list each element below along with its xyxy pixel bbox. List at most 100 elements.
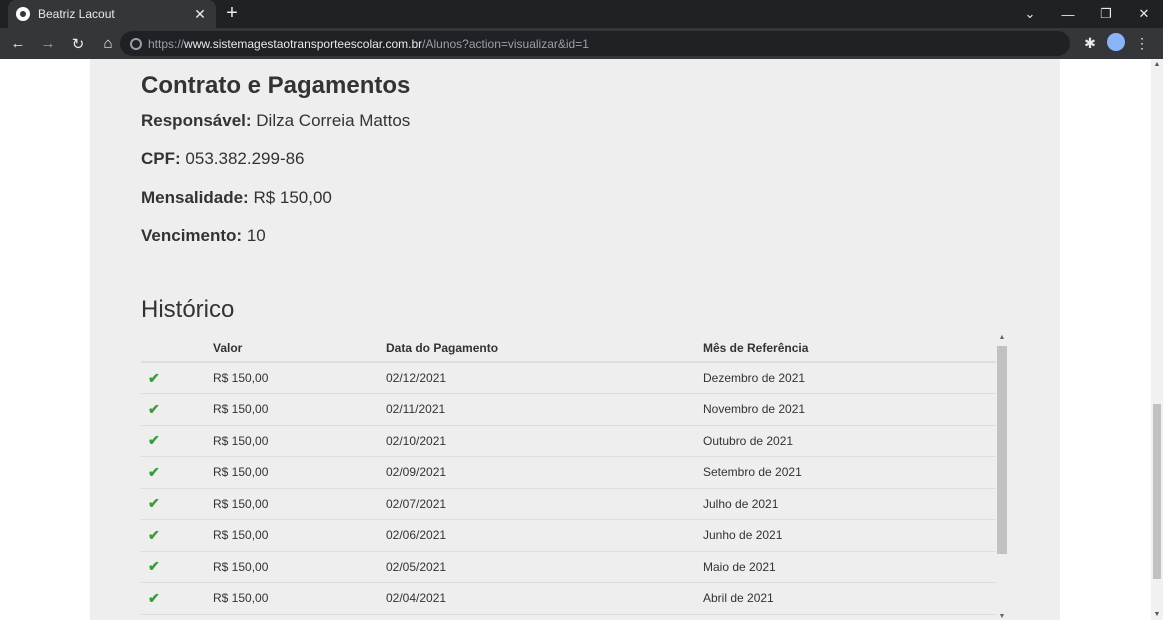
status-cell: ✔ bbox=[141, 488, 213, 520]
cpf-label: CPF: bbox=[141, 149, 181, 168]
table-row[interactable]: ✔ R$ 150,00 02/09/2021 Setembro de 2021 bbox=[141, 456, 997, 489]
table-row[interactable]: ✔ R$ 150,00 02/10/2021 Outubro de 2021 bbox=[141, 425, 997, 457]
check-icon: ✔ bbox=[148, 463, 160, 480]
history-table-container[interactable]: Valor Data do Pagamento Mês de Referênci… bbox=[141, 334, 1009, 620]
url-prefix: https:// bbox=[148, 36, 185, 51]
new-tab-icon[interactable]: + bbox=[222, 3, 242, 23]
extensions-icon[interactable]: ✱ bbox=[1077, 35, 1103, 52]
check-icon: ✔ bbox=[148, 558, 160, 575]
status-cell: ✔ bbox=[141, 582, 213, 615]
cpf-value: 053.382.299-86 bbox=[185, 149, 305, 168]
mensalidade-value: R$ 150,00 bbox=[253, 188, 332, 207]
table-scrollbar[interactable]: ▲ ▼ bbox=[996, 334, 1008, 620]
url-text: https://www.sistemagestaotransporteescol… bbox=[148, 37, 589, 51]
history-heading: Histórico bbox=[141, 296, 235, 323]
status-cell: ✔ bbox=[141, 456, 213, 489]
vencimento-label: Vencimento: bbox=[141, 226, 243, 245]
contract-heading: Contrato e Pagamentos bbox=[141, 72, 411, 99]
data-cell: 02/11/2021 bbox=[386, 393, 703, 426]
mes-cell: Novembro de 2021 bbox=[703, 393, 997, 426]
scroll-down-icon[interactable]: ▼ bbox=[996, 613, 1008, 620]
mes-cell: Julho de 2021 bbox=[703, 488, 997, 520]
extension-area: ✱ ⋮ bbox=[1077, 28, 1155, 59]
check-icon: ✔ bbox=[148, 369, 160, 386]
check-icon: ✔ bbox=[148, 589, 160, 606]
site-info-icon[interactable] bbox=[130, 37, 142, 50]
table-scroll-thumb[interactable] bbox=[997, 346, 1007, 554]
menu-icon[interactable]: ⋮ bbox=[1129, 35, 1155, 52]
status-cell: ✔ bbox=[141, 519, 213, 552]
valor-cell: R$ 150,00 bbox=[213, 551, 386, 583]
status-cell: ✔ bbox=[141, 362, 213, 394]
browser-tabbar: Beatriz Lacout ✕ + ⌄ — ❐ ✕ bbox=[0, 0, 1163, 28]
check-icon: ✔ bbox=[148, 495, 160, 512]
restore-icon[interactable]: ❐ bbox=[1087, 6, 1125, 22]
address-bar[interactable]: https://www.sistemagestaotransporteescol… bbox=[120, 31, 1070, 56]
column-header-valor: Valor bbox=[213, 334, 386, 363]
valor-cell: R$ 150,00 bbox=[213, 393, 386, 426]
column-header-mes: Mês de Referência bbox=[703, 334, 997, 363]
table-row[interactable]: ✔ R$ 150,00 02/07/2021 Julho de 2021 bbox=[141, 488, 997, 520]
vencimento-line: Vencimento: 10 bbox=[141, 226, 266, 246]
page-viewport: Contrato e Pagamentos Responsável: Dilza… bbox=[0, 59, 1163, 620]
data-cell: 02/07/2021 bbox=[386, 488, 703, 520]
responsavel-label: Responsável: bbox=[141, 111, 252, 130]
mes-cell: Abril de 2021 bbox=[703, 582, 997, 615]
tab-search-icon[interactable]: ⌄ bbox=[1011, 6, 1049, 22]
mes-cell: Setembro de 2021 bbox=[703, 456, 997, 489]
url-domain: www.sistemagestaotransporteescolar.com.b… bbox=[184, 36, 423, 51]
responsavel-line: Responsável: Dilza Correia Mattos bbox=[141, 111, 410, 131]
history-table: Valor Data do Pagamento Mês de Referênci… bbox=[141, 334, 997, 615]
cpf-line: CPF: 053.382.299-86 bbox=[141, 149, 305, 169]
url-path: /Alunos?action=visualizar&id=1 bbox=[422, 36, 589, 51]
valor-cell: R$ 150,00 bbox=[213, 488, 386, 520]
reload-icon[interactable]: ↻ bbox=[66, 35, 90, 53]
close-window-icon[interactable]: ✕ bbox=[1125, 6, 1163, 22]
globe-icon bbox=[16, 7, 30, 21]
close-tab-icon[interactable]: ✕ bbox=[192, 6, 208, 23]
page-scroll-down-icon[interactable]: ▼ bbox=[1151, 611, 1163, 618]
table-row[interactable]: ✔ R$ 150,00 02/04/2021 Abril de 2021 bbox=[141, 582, 997, 615]
valor-cell: R$ 150,00 bbox=[213, 456, 386, 489]
check-icon: ✔ bbox=[148, 432, 160, 449]
home-icon[interactable]: ⌂ bbox=[96, 35, 120, 52]
table-row[interactable]: ✔ R$ 150,00 02/05/2021 Maio de 2021 bbox=[141, 551, 997, 583]
data-cell: 02/09/2021 bbox=[386, 456, 703, 489]
check-icon: ✔ bbox=[148, 400, 160, 417]
mensalidade-line: Mensalidade: R$ 150,00 bbox=[141, 188, 332, 208]
table-row[interactable]: ✔ R$ 150,00 02/06/2021 Junho de 2021 bbox=[141, 519, 997, 552]
page-scroll-up-icon[interactable]: ▲ bbox=[1151, 61, 1163, 68]
mes-cell: Maio de 2021 bbox=[703, 551, 997, 583]
mes-cell: Outubro de 2021 bbox=[703, 425, 997, 457]
content-panel: Contrato e Pagamentos Responsável: Dilza… bbox=[90, 59, 1060, 620]
back-icon[interactable]: ← bbox=[6, 35, 30, 52]
mes-cell: Junho de 2021 bbox=[703, 519, 997, 552]
valor-cell: R$ 150,00 bbox=[213, 362, 386, 394]
forward-icon[interactable]: → bbox=[36, 35, 60, 52]
check-icon: ✔ bbox=[148, 526, 160, 543]
data-cell: 02/05/2021 bbox=[386, 551, 703, 583]
vencimento-value: 10 bbox=[246, 226, 266, 245]
tab-title: Beatriz Lacout bbox=[38, 7, 115, 21]
data-cell: 02/12/2021 bbox=[386, 362, 703, 394]
mes-cell: Dezembro de 2021 bbox=[703, 362, 997, 394]
page-scroll-thumb[interactable] bbox=[1153, 404, 1161, 579]
column-header-data: Data do Pagamento bbox=[386, 334, 703, 363]
browser-tab[interactable]: Beatriz Lacout ✕ bbox=[8, 0, 216, 28]
status-cell: ✔ bbox=[141, 551, 213, 583]
browser-toolbar: ← → ↻ ⌂ https://www.sistemagestaotranspo… bbox=[0, 28, 1163, 59]
minimize-icon[interactable]: — bbox=[1049, 7, 1087, 22]
column-header-status bbox=[141, 334, 213, 363]
data-cell: 02/04/2021 bbox=[386, 582, 703, 615]
window-controls: ⌄ — ❐ ✕ bbox=[1011, 0, 1163, 28]
data-cell: 02/06/2021 bbox=[386, 519, 703, 552]
data-cell: 02/10/2021 bbox=[386, 425, 703, 457]
responsavel-value: Dilza Correia Mattos bbox=[256, 111, 411, 130]
table-row[interactable]: ✔ R$ 150,00 02/12/2021 Dezembro de 2021 bbox=[141, 362, 997, 394]
scroll-up-icon[interactable]: ▲ bbox=[996, 334, 1008, 341]
table-row[interactable]: ✔ R$ 150,00 02/11/2021 Novembro de 2021 bbox=[141, 393, 997, 426]
page-scrollbar[interactable]: ▲ ▼ bbox=[1151, 59, 1163, 620]
status-cell: ✔ bbox=[141, 425, 213, 457]
profile-avatar[interactable] bbox=[1103, 33, 1129, 54]
status-cell: ✔ bbox=[141, 393, 213, 426]
